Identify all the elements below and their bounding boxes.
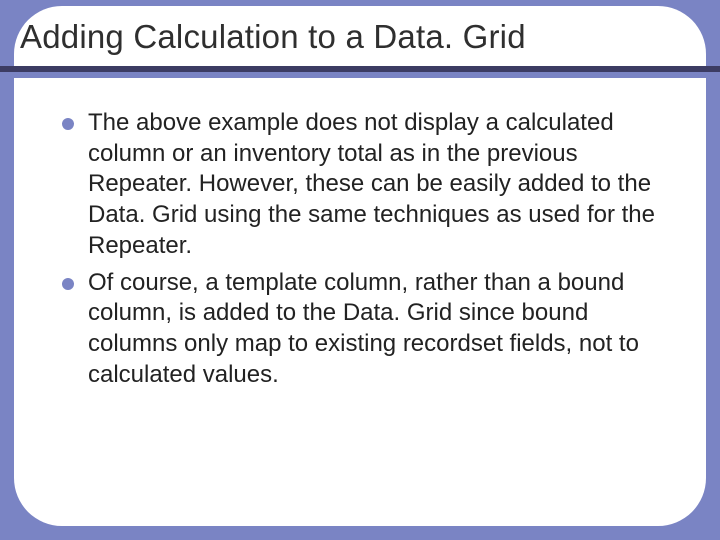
title-rule-light xyxy=(0,72,720,78)
slide-title: Adding Calculation to a Data. Grid xyxy=(20,18,526,56)
list-item: Of course, a template column, rather tha… xyxy=(62,268,664,391)
bullet-icon xyxy=(62,278,74,290)
slide-body: The above example does not display a cal… xyxy=(62,108,664,396)
list-item: The above example does not display a cal… xyxy=(62,108,664,262)
bullet-text: The above example does not display a cal… xyxy=(88,108,664,262)
bullet-text: Of course, a template column, rather tha… xyxy=(88,268,664,391)
slide-card: Adding Calculation to a Data. Grid The a… xyxy=(14,6,706,526)
bullet-icon xyxy=(62,118,74,130)
